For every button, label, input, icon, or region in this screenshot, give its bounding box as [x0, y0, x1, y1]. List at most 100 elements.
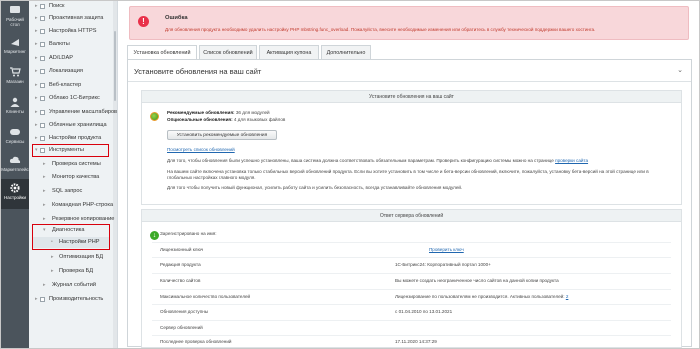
view-updates-link[interactable]: Посмотреть список обновлений [167, 147, 235, 152]
sidebar-item-label: Управление масштабированием [49, 109, 117, 115]
sidebar-scrollbar[interactable] [113, 1, 117, 348]
install-updates-box: Установите обновления на ваш сайт Рекоме… [141, 90, 682, 205]
optional-updates: Опциональные обновления: 4 для языковых … [167, 117, 285, 122]
rail-label: Настройки [3, 195, 27, 200]
optional-label: Опциональные обновления: [167, 117, 233, 122]
optional-value: 4 для языковых файлов [233, 117, 286, 122]
tab-additional[interactable]: Дополнительно [321, 45, 371, 59]
install-recommended-button[interactable]: Установить рекомендуемые обновления [167, 130, 277, 140]
cloud-icon [9, 156, 21, 163]
sidebar-item-label: Проверка системы [52, 161, 101, 167]
rail-label: Маркетинг [4, 49, 26, 54]
row-divider [152, 304, 671, 305]
cart-icon [10, 67, 21, 77]
tab-install-updates[interactable]: Установка обновлений [127, 45, 197, 60]
recommended-value: 36 для модулей [235, 110, 270, 115]
sidebar-item-label: Журнал событий [52, 282, 96, 288]
rail-label: Рабочий стол [6, 17, 24, 27]
row-value: Вы можете создать неограниченное число с… [395, 278, 559, 283]
row-value: 17.11.2020 14:37:29 [395, 339, 437, 344]
row-divider [152, 320, 671, 321]
active-users-link[interactable]: 2 [566, 294, 569, 299]
scrollbar-thumb[interactable] [114, 31, 116, 101]
error-title: Ошибка [165, 15, 188, 21]
sidebar-item-label: Облачные хранилища [49, 122, 107, 128]
row-value: Лицензирование по пользователям не произ… [395, 294, 568, 299]
requirements-text-main: Для того, чтобы обновления были успешно … [167, 158, 556, 163]
error-text: Для обновления продукта необходимо удали… [165, 27, 596, 32]
sidebar-item-label: AD/LDAP [49, 55, 73, 61]
row-divider [152, 242, 671, 243]
sidebar-item-label: SQL запрос [52, 188, 83, 194]
sidebar: ▸ Поиск ▸ Проактивная защита ▸ Настройка HT… [29, 1, 118, 348]
sidebar-item-label: Производительность [49, 296, 104, 302]
beta-text: На вашем сайте включена установка только… [167, 169, 649, 180]
main-content: ! Ошибка Для обновления продукта необход… [119, 1, 699, 348]
row-label: Сервер обновлений [160, 325, 203, 330]
box-header: Ответ сервера обновлений [142, 210, 681, 222]
collapse-chevron-icon[interactable]: ⌄ [677, 66, 683, 74]
row-label: Лицензионный ключ [160, 247, 204, 252]
marketing-icon [11, 39, 19, 46]
panel-title: Установите обновления на ваш сайт [134, 67, 262, 76]
sidebar-item-label: Настройки PHP [59, 239, 100, 245]
sidebar-item-label: Монитор качества [52, 174, 100, 180]
sidebar-item-label: Локализация [49, 68, 83, 74]
sidebar-item-label: Проверка БД [59, 268, 94, 274]
rail-item-desktop[interactable]: Рабочий стол [1, 1, 29, 31]
rail-item-services[interactable]: Сервисы [1, 123, 29, 151]
requirements-text: Для того, чтобы обновления были успешно … [167, 158, 588, 163]
row-label: Обновления доступны [160, 309, 209, 314]
divider [128, 81, 691, 82]
sidebar-item-label: Валюты [49, 41, 70, 47]
gear-icon [10, 183, 20, 193]
updates-panel: Установите обновления на ваш сайт ⌄ Уста… [127, 59, 692, 348]
max-users-value: Лицензирование по пользователям не произ… [395, 294, 565, 299]
server-response-box: Ответ сервера обновлений ↓ Зарегистриров… [141, 209, 682, 348]
sidebar-item-label: Настройка HTTPS [49, 28, 97, 34]
tab-coupon-activation[interactable]: Активация купона [259, 45, 319, 59]
users-icon [10, 97, 20, 107]
rail-item-clients[interactable]: Клиенты [1, 93, 29, 121]
rail-item-settings[interactable]: Настройки [1, 179, 29, 209]
row-divider [152, 289, 671, 290]
sidebar-item-label: Оптимизация БД [59, 254, 104, 260]
row-label: Зарегистрировано на имя: [160, 231, 217, 236]
success-check-icon: ↓ [150, 231, 159, 240]
sidebar-item-label: Диагностика [52, 227, 85, 233]
row-label: Максимальное количество пользователей [160, 294, 251, 299]
rail-item-shop[interactable]: Магазин [1, 63, 29, 91]
row-value: 1С-Битрикс24: Корпоративный портал 1000+ [395, 262, 491, 267]
update-status-icon [150, 112, 159, 121]
rail-label: Клиенты [5, 109, 25, 114]
rail-label: Магазин [6, 79, 24, 84]
row-divider [152, 273, 671, 274]
rail-label: Маркетплейс [1, 167, 29, 172]
sidebar-item-label: Проактивная защита [49, 15, 104, 21]
sidebar-item-label: Инструменты [49, 147, 84, 153]
row-label: Количество сайтов [160, 278, 201, 283]
rail-item-marketplace[interactable]: Маркетплейс [1, 151, 29, 179]
recommended-label: Рекомендуемые обновления: [167, 110, 235, 115]
box-header: Установите обновления на ваш сайт [142, 91, 681, 103]
row-value: с 01.04.2010 по 13.01.2021 [395, 309, 453, 314]
row-label: Последнее проверка обновлений [160, 339, 232, 344]
desktop-icon [10, 6, 20, 13]
site-check-link[interactable]: проверки сайта [555, 158, 588, 163]
row-value: Проверить ключ [395, 247, 464, 252]
security-text: Для того чтобы получить новый функционал… [167, 185, 463, 190]
error-icon: ! [138, 16, 149, 27]
tab-update-list[interactable]: Список обновлений [199, 45, 257, 59]
check-key-link[interactable]: Проверить ключ [429, 247, 464, 252]
recommended-updates: Рекомендуемые обновления: 36 для модулей [167, 110, 270, 115]
row-divider [152, 257, 671, 258]
sidebar-item-label: Командная PHP-строка [52, 202, 114, 208]
left-rail: Рабочий стол Маркетинг Магазин Клиенты С… [1, 1, 29, 348]
row-label: Редакция продукта [160, 262, 201, 267]
services-icon [10, 129, 20, 135]
row-divider [152, 335, 671, 336]
rail-item-marketing[interactable]: Маркетинг [1, 33, 29, 61]
rail-label: Сервисы [5, 139, 25, 144]
error-message: ! Ошибка Для обновления продукта необход… [129, 6, 689, 40]
sidebar-item-label: Веб-кластер [49, 82, 82, 88]
